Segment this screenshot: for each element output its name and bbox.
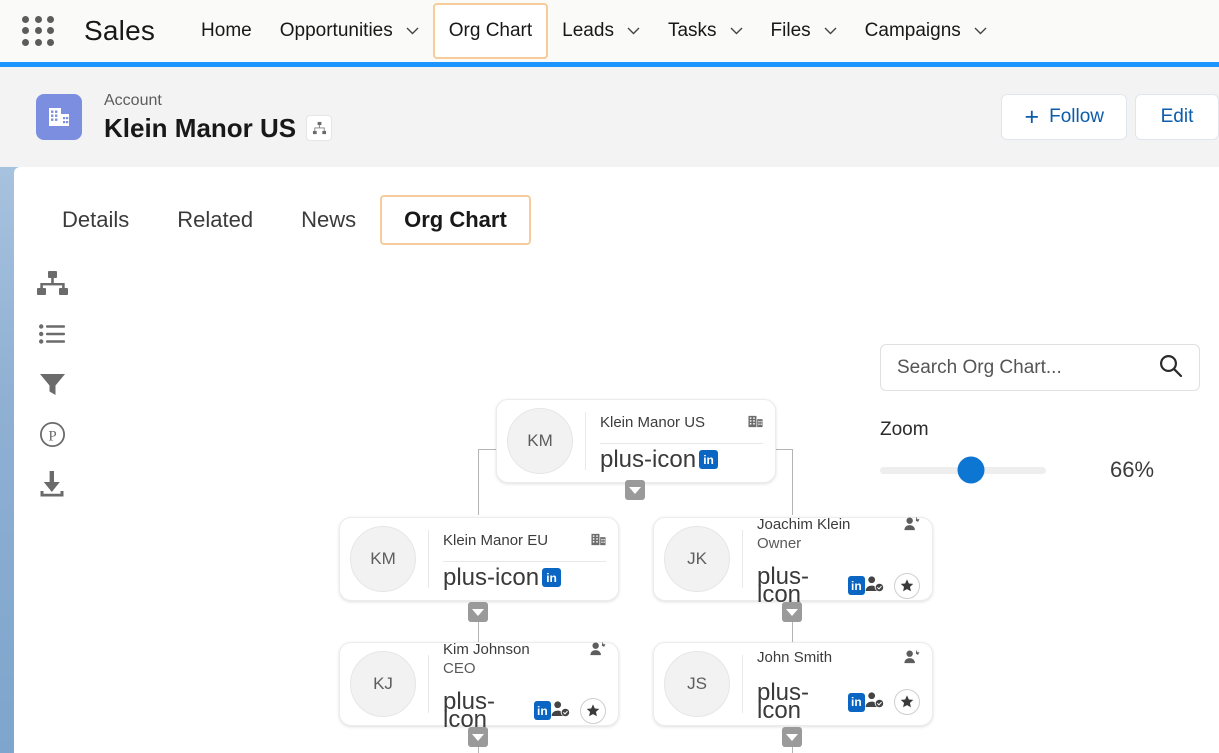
- record-title-block: Account Klein Manor US: [104, 91, 333, 143]
- star-icon[interactable]: [894, 689, 920, 715]
- chevron-down-icon: [472, 608, 484, 616]
- account-building-icon: [36, 94, 82, 140]
- node-subtitle: CEO: [443, 659, 476, 677]
- chevron-down-icon: [629, 486, 641, 494]
- star-icon[interactable]: [894, 572, 920, 599]
- contact-add-icon[interactable]: [904, 516, 920, 536]
- record-header: Account Klein Manor US + Follow Edit: [0, 67, 1219, 167]
- linkedin-icon[interactable]: in: [847, 576, 865, 595]
- node-rule: [600, 443, 763, 444]
- page-title: Klein Manor US: [104, 113, 297, 143]
- nav-item-list: Home Opportunities Org Chart Leads Tasks…: [187, 0, 1001, 62]
- edit-button[interactable]: Edit: [1135, 94, 1219, 140]
- avatar: KM: [507, 408, 573, 474]
- building-icon[interactable]: [591, 532, 606, 552]
- node-collapse-toggle[interactable]: [625, 480, 645, 500]
- chevron-down-icon[interactable]: [406, 27, 419, 35]
- node-title: Joachim Klein: [757, 515, 851, 533]
- org-node-kim-johnson[interactable]: KJ Kim Johnson CEO plus-icon in: [339, 640, 619, 731]
- follow-button[interactable]: + Follow: [1001, 94, 1127, 140]
- org-node-john-smith[interactable]: JS John Smith plus-icon in: [653, 642, 933, 726]
- plus-icon[interactable]: plus-icon: [757, 564, 845, 606]
- node-title: John Smith: [757, 649, 833, 666]
- linkedin-icon[interactable]: in: [542, 568, 562, 587]
- contact-add-icon[interactable]: [904, 649, 920, 669]
- contact-check-icon[interactable]: [551, 700, 570, 722]
- node-collapse-toggle[interactable]: [468, 727, 488, 747]
- app-name-label[interactable]: Sales: [84, 15, 155, 47]
- linkedin-icon[interactable]: in: [699, 450, 719, 469]
- org-node-klein-manor-eu[interactable]: KM Klein Manor EU plus-icon in: [339, 517, 619, 601]
- nav-item-label: Leads: [562, 20, 614, 41]
- nav-item-label: Tasks: [667, 20, 717, 41]
- tree-connector: [478, 449, 479, 515]
- node-collapse-toggle[interactable]: [468, 602, 488, 622]
- nav-item-opportunities[interactable]: Opportunities: [266, 3, 433, 59]
- chevron-down-icon[interactable]: [974, 27, 987, 35]
- chevron-down-icon[interactable]: [730, 27, 743, 35]
- nav-item-label: Files: [770, 20, 811, 41]
- chevron-down-icon: [472, 733, 484, 741]
- contact-check-icon[interactable]: [865, 575, 884, 597]
- org-chart-tree: KM Klein Manor US plus-icon in KM Klein …: [14, 167, 1219, 753]
- contact-check-icon[interactable]: [865, 691, 884, 713]
- node-subtitle: Owner: [757, 534, 802, 552]
- nav-item-label: Opportunities: [279, 20, 393, 41]
- nav-item-org-chart[interactable]: Org Chart: [432, 3, 549, 59]
- avatar: KJ: [350, 651, 416, 717]
- nav-item-campaigns[interactable]: Campaigns: [851, 3, 1001, 59]
- nav-item-files[interactable]: Files: [757, 3, 851, 59]
- plus-icon: +: [1024, 102, 1040, 131]
- edit-button-label: Edit: [1160, 106, 1194, 127]
- tree-connector: [792, 449, 793, 515]
- avatar: JK: [664, 526, 730, 592]
- avatar: JS: [664, 651, 730, 717]
- nav-item-leads[interactable]: Leads: [548, 3, 654, 59]
- node-collapse-toggle[interactable]: [782, 602, 802, 622]
- node-rule: [443, 561, 606, 562]
- node-title: Klein Manor EU: [443, 532, 549, 549]
- app-launcher-grid-icon[interactable]: [22, 16, 56, 46]
- plus-icon[interactable]: plus-icon: [757, 681, 845, 723]
- nav-item-label: Campaigns: [864, 20, 961, 41]
- record-header-actions: + Follow Edit: [1001, 94, 1219, 140]
- chevron-down-icon: [786, 733, 798, 741]
- follow-button-label: Follow: [1049, 106, 1104, 127]
- linkedin-icon[interactable]: in: [847, 692, 865, 712]
- star-icon[interactable]: [580, 697, 606, 724]
- org-node-root[interactable]: KM Klein Manor US plus-icon in: [496, 399, 776, 483]
- nav-item-tasks[interactable]: Tasks: [654, 3, 757, 59]
- nav-item-home[interactable]: Home: [187, 3, 266, 59]
- org-node-joachim-klein[interactable]: JK Joachim Klein Owner plus-icon in: [653, 515, 933, 606]
- nav-item-label: Org Chart: [448, 20, 533, 41]
- chevron-down-icon[interactable]: [627, 27, 640, 35]
- plus-icon[interactable]: plus-icon: [443, 689, 531, 731]
- building-icon[interactable]: [748, 414, 763, 434]
- nav-item-label: Home: [201, 20, 252, 41]
- contact-add-icon[interactable]: [590, 641, 606, 661]
- org-chart-panel: Details Related News Org Chart P Search …: [14, 167, 1219, 753]
- linkedin-icon[interactable]: in: [533, 701, 551, 720]
- plus-icon[interactable]: plus-icon: [600, 447, 696, 471]
- node-title: Kim Johnson: [443, 640, 530, 658]
- global-navigation-bar: Sales Home Opportunities Org Chart Leads…: [0, 0, 1219, 62]
- node-title: Klein Manor US: [600, 414, 706, 431]
- object-type-label: Account: [104, 92, 162, 109]
- node-collapse-toggle[interactable]: [782, 727, 802, 747]
- chevron-down-icon: [786, 608, 798, 616]
- avatar: KM: [350, 526, 416, 592]
- plus-icon[interactable]: plus-icon: [443, 565, 539, 589]
- hierarchy-icon[interactable]: [306, 115, 333, 141]
- chevron-down-icon[interactable]: [824, 27, 837, 35]
